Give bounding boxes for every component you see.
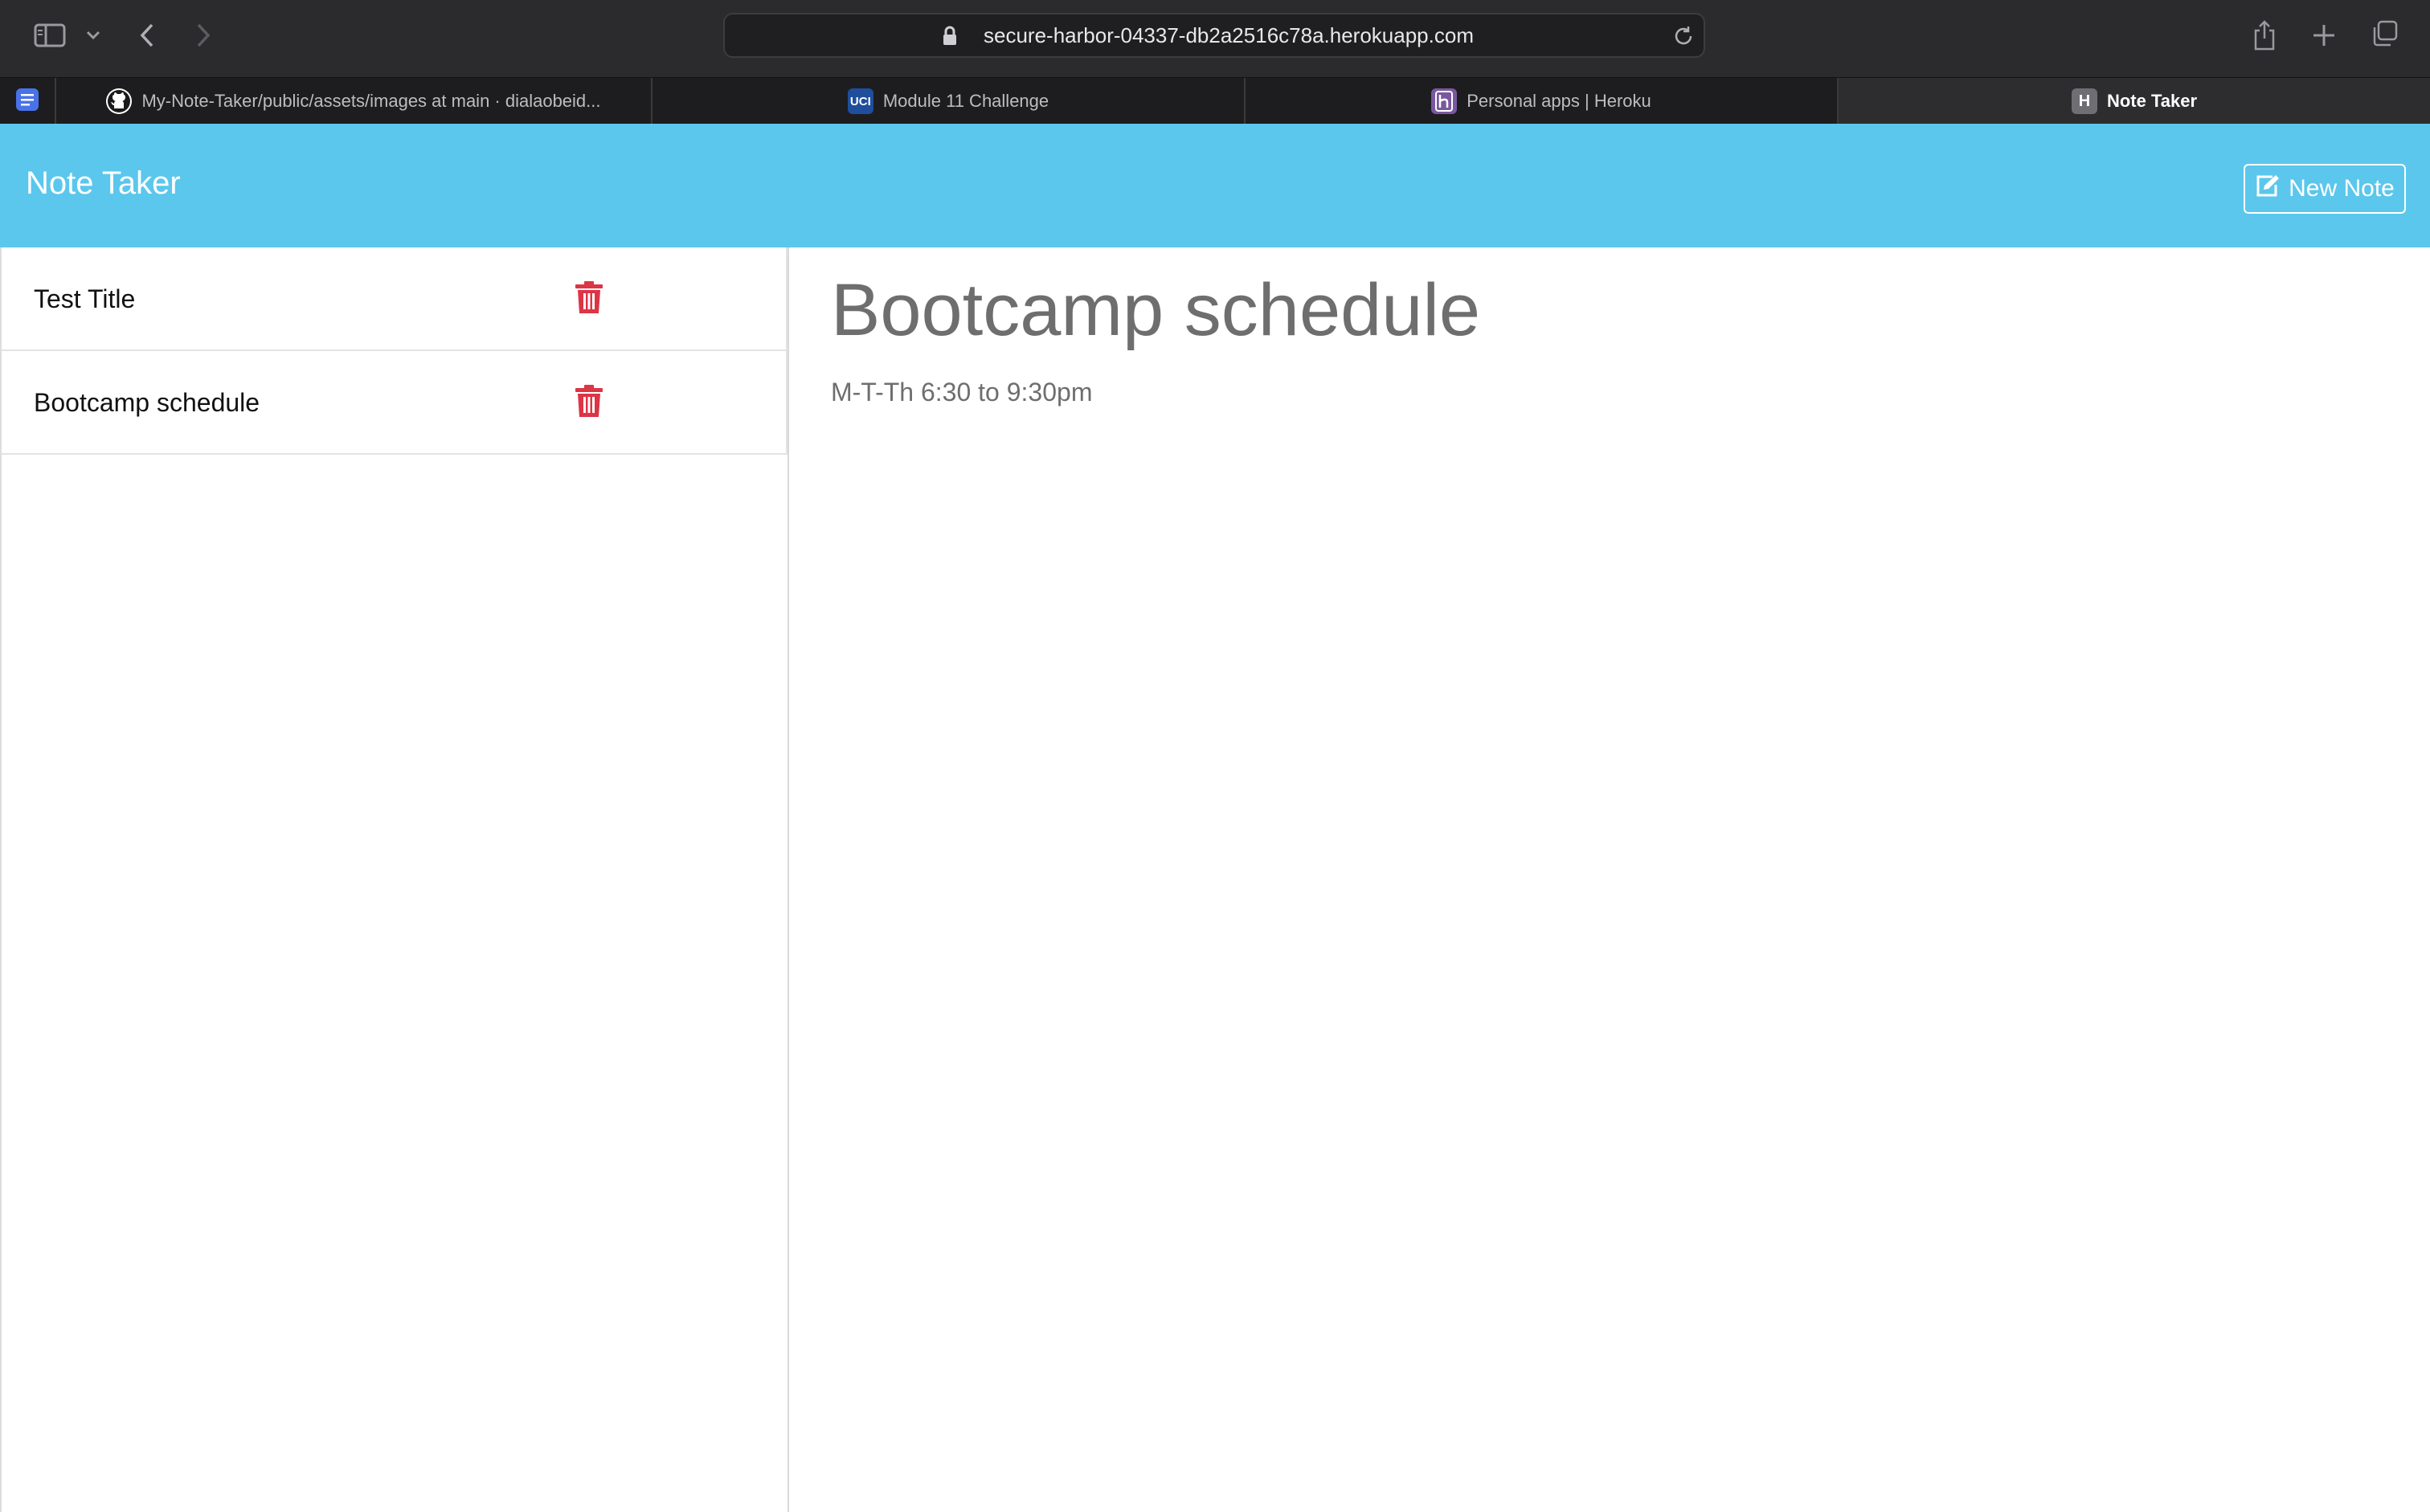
browser-toolbar: secure-harbor-04337-db2a2516c78a.herokua… — [0, 0, 2430, 77]
url-text: secure-harbor-04337-db2a2516c78a.herokua… — [984, 23, 1474, 47]
chevron-down-icon[interactable] — [84, 26, 103, 45]
tab-overview-icon[interactable] — [2369, 18, 2401, 50]
back-icon[interactable] — [135, 19, 159, 51]
tab-bar: My-Note-Taker/public/assets/images at ma… — [0, 77, 2430, 125]
sidebar-toggle-icon[interactable] — [32, 21, 68, 50]
tab-label: Note Taker — [2106, 91, 2198, 111]
trash-icon[interactable] — [575, 385, 603, 421]
note-title-input[interactable] — [831, 265, 2358, 355]
app-navbar: Note Taker — [0, 124, 2430, 247]
tab-label: Personal apps | Heroku — [1467, 91, 1651, 111]
tab-note-taker[interactable]: H Note Taker — [1839, 78, 2430, 125]
share-icon[interactable] — [2248, 16, 2281, 55]
note-list-item[interactable]: Bootcamp schedule — [2, 351, 788, 455]
forward-icon[interactable] — [191, 19, 215, 51]
heroku-icon — [1431, 88, 1458, 114]
github-icon — [106, 88, 133, 114]
tab-github[interactable]: My-Note-Taker/public/assets/images at ma… — [56, 78, 652, 125]
tab-label: Module 11 Challenge — [882, 91, 1049, 111]
tab-heroku[interactable]: Personal apps | Heroku — [1246, 78, 1839, 125]
uci-icon: UCI — [847, 88, 873, 114]
h-icon: H — [2071, 88, 2097, 114]
new-tab-icon[interactable] — [2308, 19, 2340, 51]
edit-icon — [2255, 174, 2281, 204]
new-note-label: New Note — [2289, 175, 2395, 202]
notes-sidebar: Test Title Bootcamp schedule — [0, 247, 789, 1512]
address-bar[interactable]: secure-harbor-04337-db2a2516c78a.herokua… — [723, 13, 1705, 58]
tab-module-11[interactable]: UCI Module 11 Challenge — [652, 78, 1246, 125]
note-item-title: Bootcamp schedule — [34, 388, 260, 417]
note-editor: M-T-Th 6:30 to 9:30pm — [831, 265, 2390, 1020]
note-item-title: Test Title — [34, 284, 136, 313]
brand-title[interactable]: Note Taker — [26, 166, 181, 202]
new-note-button[interactable]: New Note — [2244, 164, 2406, 214]
note-list: Test Title Bootcamp schedule — [2, 247, 788, 455]
pinned-tab[interactable] — [0, 78, 56, 125]
note-list-item[interactable]: Test Title — [2, 247, 788, 351]
note-text-area[interactable]: M-T-Th 6:30 to 9:30pm — [831, 378, 2358, 1020]
reload-icon[interactable] — [1671, 24, 1696, 52]
docs-icon — [15, 88, 39, 116]
trash-icon[interactable] — [575, 281, 603, 317]
tab-label: My-Note-Taker/public/assets/images at ma… — [141, 91, 601, 111]
